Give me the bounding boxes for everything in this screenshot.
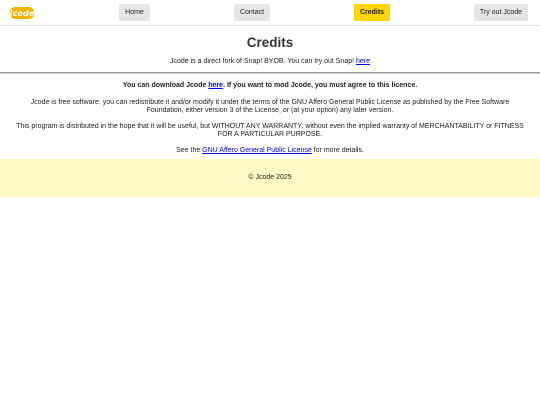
credits-content: You can download Jcode here. If you want…: [0, 82, 540, 155]
agpl-link[interactable]: GNU Affero General Public License: [202, 147, 312, 154]
footer: © Jcode 2025: [0, 159, 540, 197]
subtitle-text: Jcode is a direct fork of Snap! BYOB. Yo…: [169, 58, 356, 65]
download-notice: You can download Jcode here. If you want…: [8, 82, 532, 90]
download-link[interactable]: here: [208, 82, 223, 89]
download-text-post: . If you want to mod Jcode, you must agr…: [223, 82, 418, 89]
nav-contact-button[interactable]: Contact: [234, 4, 270, 21]
nav-try-button[interactable]: Try out Jcode: [474, 4, 528, 21]
para3-text-pre: See the: [176, 147, 203, 154]
nav-home-button[interactable]: Home: [119, 4, 150, 21]
license-paragraph-1: Jcode is free software: you can redistri…: [30, 99, 510, 114]
para3-text-post: for more details.: [311, 147, 364, 154]
copyright-text: © Jcode 2025: [248, 174, 292, 181]
page-title: Credits: [246, 35, 294, 50]
page-header: Credits Jcode is a direct fork of Snap! …: [0, 35, 540, 66]
nav-credits-button[interactable]: Credits: [354, 4, 390, 21]
divider: [0, 72, 540, 74]
license-paragraph-2: This program is distributed in the hope …: [16, 123, 524, 138]
svg-text:Jcode: Jcode: [9, 9, 35, 18]
top-nav: Jcode Home Contact Credits Try out Jcode: [0, 0, 540, 26]
page-subtitle: Jcode is a direct fork of Snap! BYOB. Yo…: [0, 57, 540, 66]
jcode-logo-icon[interactable]: Jcode: [9, 4, 35, 22]
snap-link[interactable]: here: [356, 58, 370, 65]
download-text-pre: You can download Jcode: [122, 82, 209, 89]
license-paragraph-3: See the GNU Affero General Public Licens…: [8, 147, 532, 155]
